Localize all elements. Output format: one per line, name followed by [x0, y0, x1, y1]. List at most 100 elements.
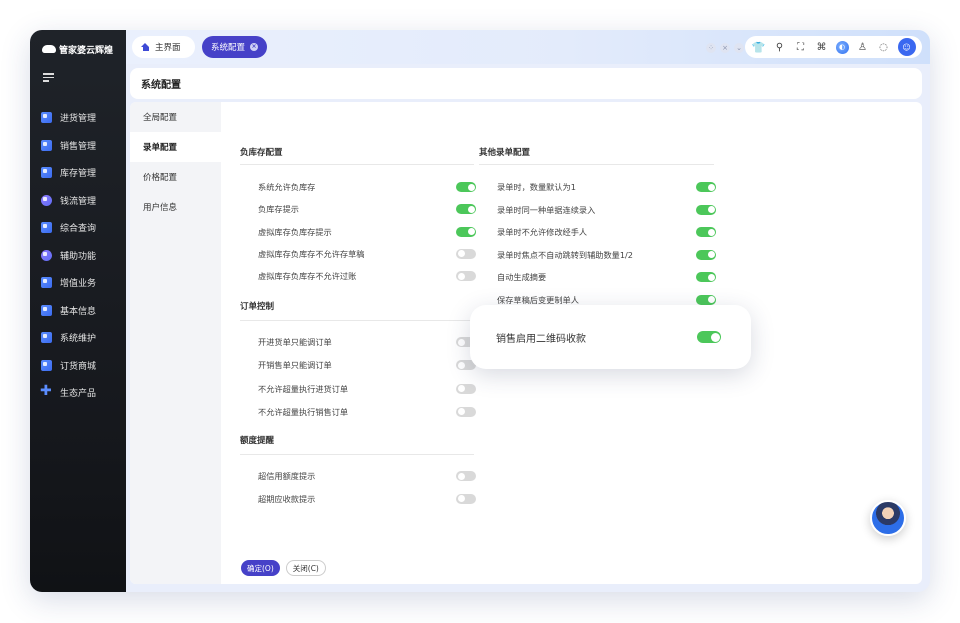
sidebar-item-label: 订货商城: [60, 361, 97, 372]
brand-logo: 管家婆云辉煌: [42, 40, 113, 58]
config-toggle[interactable]: [696, 272, 716, 282]
sidebar-item[interactable]: 综合查询: [30, 214, 126, 242]
sidebar-item[interactable]: 基本信息: [30, 297, 126, 325]
config-row: 开进货单只能调订单: [258, 335, 476, 349]
sidebar-item[interactable]: 生态产品: [30, 379, 126, 407]
config-row: 虚拟库存负库存不允许存草稿: [258, 247, 476, 261]
section-divider: [240, 164, 474, 165]
close-icon[interactable]: ×: [250, 43, 258, 51]
sidebar-item[interactable]: 系统维护: [30, 324, 126, 352]
qr-payment-toggle[interactable]: [697, 331, 721, 343]
sidebar-item[interactable]: 订货商城: [30, 352, 126, 380]
config-label: 开销售单只能调订单: [258, 360, 332, 371]
popup-label: 销售启用二维码收款: [496, 333, 586, 345]
tab-home[interactable]: 主界面: [132, 36, 195, 58]
ecosystem-icon: [40, 383, 52, 399]
config-toggle[interactable]: [456, 493, 476, 504]
chat-icon[interactable]: ◌: [877, 40, 891, 54]
basic-info-icon: [41, 304, 52, 316]
config-toggle[interactable]: [456, 204, 476, 215]
sales-icon: [41, 139, 52, 151]
sidebar-item-label: 生态产品: [60, 389, 97, 400]
window-controls: ⁘ × ⌄: [706, 43, 744, 53]
config-toggle[interactable]: [456, 471, 476, 481]
assistant-avatar[interactable]: [870, 500, 906, 536]
config-toggle[interactable]: [456, 248, 476, 259]
config-row: 虚拟库存负库存不允许过账: [258, 269, 476, 283]
config-label: 不允许超量执行销售订单: [258, 406, 349, 417]
sidebar-item-label: 辅助功能: [60, 251, 97, 262]
config-row: 不允许超量执行销售订单: [258, 405, 476, 419]
config-toggle[interactable]: [456, 271, 476, 282]
footer-buttons: 确定(O) 关闭(C): [241, 560, 326, 576]
avatar[interactable]: ☺: [897, 38, 916, 56]
sidebar: 管家婆云辉煌 进货管理 销售管理 库存管理 钱流管理综合查询辅助功能增值业务基本信息系…: [30, 30, 126, 592]
tab-system-config[interactable]: 系统配置 ×: [202, 36, 267, 58]
sidebar-item[interactable]: 库存管理: [30, 159, 126, 187]
subnav-item[interactable]: 全局配置: [130, 102, 221, 132]
config-label: 录单时不允许修改经手人: [497, 227, 588, 237]
user-service-icon[interactable]: ♙: [856, 40, 870, 54]
sidebar-item[interactable]: 辅助功能: [30, 242, 126, 270]
config-toggle[interactable]: [696, 204, 716, 215]
config-row: 录单时焦点不自动跳转到辅助数量1/2: [497, 248, 716, 262]
tab-system-config-label: 系统配置: [211, 43, 246, 53]
query-icon: [41, 222, 52, 234]
config-toggle[interactable]: [696, 227, 716, 237]
confirm-button[interactable]: 确定(O): [241, 560, 280, 576]
config-toggle[interactable]: [696, 182, 716, 192]
maintenance-icon: [41, 332, 52, 344]
purchase-icon: [41, 112, 52, 124]
config-toggle[interactable]: [696, 249, 716, 260]
config-row: 虚拟库存负库存提示: [258, 225, 476, 239]
config-row: 系统允许负库存: [258, 180, 476, 194]
config-label: 保存草稿后变更制单人: [497, 294, 579, 305]
config-row: 开销售单只能调订单: [258, 358, 476, 372]
cloud-logo-icon: [42, 45, 56, 53]
config-subnav: 全局配置 录单配置 价格配置 用户信息: [130, 102, 221, 584]
sidebar-item[interactable]: 进货管理: [30, 104, 126, 132]
page-title: 系统配置: [130, 68, 922, 99]
config-label: 负库存提示: [258, 204, 299, 215]
mall-icon: [41, 359, 52, 371]
config-row: 录单时同一种单据连续录入: [497, 203, 716, 217]
globe-icon[interactable]: ◐: [835, 40, 849, 54]
section-divider: [240, 454, 474, 455]
chevron-down-icon[interactable]: ⌄: [734, 43, 744, 53]
sidebar-item-label: 系统维护: [60, 334, 97, 345]
subnav-item[interactable]: 录单配置: [130, 132, 221, 162]
sidebar-item-label: 基本信息: [60, 306, 97, 317]
close-window-icon[interactable]: ×: [720, 43, 730, 53]
config-toggle[interactable]: [696, 294, 716, 305]
config-toggle[interactable]: [456, 383, 476, 394]
menu-toggle-icon[interactable]: [43, 73, 54, 84]
config-row: 录单时，数量默认为1: [497, 180, 716, 194]
command-icon[interactable]: ⌘: [815, 40, 829, 54]
config-toggle[interactable]: [456, 226, 476, 237]
sidebar-item[interactable]: 销售管理: [30, 132, 126, 160]
shirt-icon[interactable]: 👕: [752, 40, 766, 54]
config-label: 不允许超量执行进货订单: [258, 383, 349, 394]
sidebar-item-label: 综合查询: [60, 224, 97, 235]
config-row: 不允许超量执行进货订单: [258, 382, 476, 396]
subnav-item[interactable]: 价格配置: [130, 162, 221, 192]
home-icon: [141, 43, 150, 51]
config-label: 超信用额度提示: [258, 471, 316, 481]
top-bar: 主界面 系统配置 × ⁘ × ⌄ 👕 ⚲ ⛶ ⌘ ◐ ♙ ◌ ☺: [126, 30, 930, 64]
auxiliary-icon: [41, 249, 52, 261]
config-label: 虚拟库存负库存不允许过账: [258, 271, 357, 282]
sidebar-item[interactable]: 增值业务: [30, 269, 126, 297]
scan-icon[interactable]: ⛶: [794, 40, 808, 54]
config-row: 自动生成摘要: [497, 270, 716, 284]
config-toggle[interactable]: [456, 406, 476, 417]
drag-handle-icon[interactable]: ⁘: [706, 43, 716, 53]
sidebar-item[interactable]: 钱流管理: [30, 187, 126, 215]
section-divider: [479, 164, 714, 165]
config-toggle[interactable]: [456, 182, 476, 192]
section-title: 订单控制: [240, 302, 275, 312]
search-icon[interactable]: ⚲: [773, 40, 787, 54]
config-row: 负库存提示: [258, 202, 476, 216]
subnav-item[interactable]: 用户信息: [130, 192, 221, 222]
close-button[interactable]: 关闭(C): [285, 560, 326, 576]
config-label: 超期应收款提示: [258, 493, 316, 504]
